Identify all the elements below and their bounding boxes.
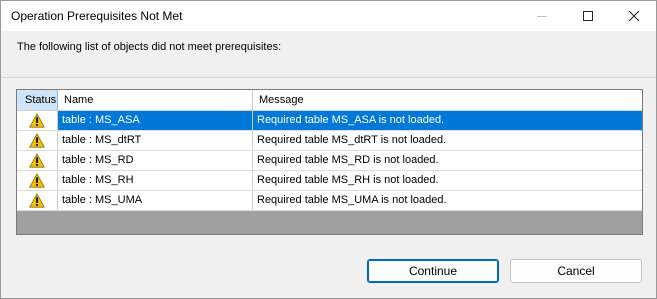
- table-row[interactable]: table : MS_ASA Required table MS_ASA is …: [17, 111, 642, 131]
- minimize-icon: [537, 16, 547, 17]
- minimize-button[interactable]: [519, 1, 565, 31]
- close-button[interactable]: [611, 1, 656, 31]
- column-header-message[interactable]: Message: [253, 90, 642, 110]
- cancel-button[interactable]: Cancel: [510, 259, 642, 283]
- intro-message: The following list of objects did not me…: [17, 41, 282, 53]
- separator: [1, 77, 656, 78]
- message-cell: Required table MS_dtRT is not loaded.: [257, 134, 447, 146]
- maximize-button[interactable]: [565, 1, 611, 31]
- maximize-icon: [583, 11, 593, 21]
- status-cell: [17, 151, 58, 170]
- warning-icon: [29, 133, 45, 148]
- title-bar: Operation Prerequisites Not Met: [1, 1, 656, 31]
- column-header-status[interactable]: Status: [17, 90, 58, 110]
- column-header-name[interactable]: Name: [58, 90, 253, 110]
- continue-button[interactable]: Continue: [367, 259, 499, 283]
- close-icon: [629, 11, 639, 21]
- table-row[interactable]: table : MS_UMA Required table MS_UMA is …: [17, 191, 642, 211]
- objects-grid[interactable]: Status Name Message table : MS_ASA Requi…: [16, 89, 643, 235]
- status-cell: [17, 131, 58, 150]
- name-cell: table : MS_RH: [58, 171, 253, 190]
- name-cell: table : MS_RD: [58, 151, 253, 170]
- table-row[interactable]: table : MS_RH Required table MS_RH is no…: [17, 171, 642, 191]
- dialog-window: Operation Prerequisites Not Met The foll…: [0, 0, 657, 299]
- message-cell: Required table MS_UMA is not loaded.: [257, 194, 447, 206]
- grid-header: Status Name Message: [17, 90, 642, 111]
- message-cell: Required table MS_RD is not loaded.: [257, 154, 439, 166]
- table-row[interactable]: table : MS_RD Required table MS_RD is no…: [17, 151, 642, 171]
- name-cell: table : MS_UMA: [58, 191, 253, 210]
- warning-icon: [29, 193, 45, 208]
- status-cell: [17, 111, 58, 130]
- name-cell: table : MS_dtRT: [58, 131, 253, 150]
- window-title: Operation Prerequisites Not Met: [11, 9, 183, 23]
- message-cell: Required table MS_ASA is not loaded.: [257, 114, 445, 126]
- warning-icon: [29, 173, 45, 188]
- table-row[interactable]: table : MS_dtRT Required table MS_dtRT i…: [17, 131, 642, 151]
- warning-icon: [29, 113, 45, 128]
- name-cell: table : MS_ASA: [58, 111, 253, 130]
- status-cell: [17, 191, 58, 210]
- status-cell: [17, 171, 58, 190]
- warning-icon: [29, 153, 45, 168]
- message-cell: Required table MS_RH is not loaded.: [257, 174, 439, 186]
